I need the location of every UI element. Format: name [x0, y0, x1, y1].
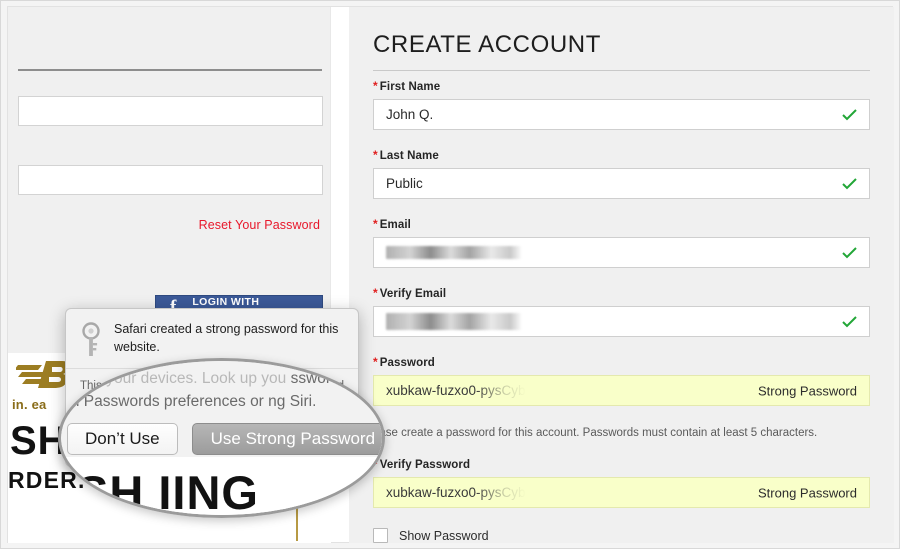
field-label-email: * Email [373, 217, 411, 231]
promo-subheadline: RDER. EVERY DAY. [8, 467, 239, 493]
verify-email-input[interactable] [373, 306, 870, 337]
first-name-input[interactable]: John Q. [373, 99, 870, 130]
login-panel-divider [18, 69, 322, 71]
title-divider [373, 70, 870, 71]
required-marker: * [373, 79, 378, 93]
show-password-toggle[interactable]: Show Password [373, 528, 489, 543]
login-password-input[interactable] [18, 165, 323, 195]
show-password-checkbox[interactable] [373, 528, 388, 543]
page-title: CREATE ACCOUNT [373, 31, 601, 58]
last-name-value: Public [386, 176, 423, 191]
password-input[interactable]: xubkaw-fuzxo0-pysCyb Strong Password [373, 375, 870, 406]
green-check-icon [842, 315, 857, 327]
field-label-verify-email: * Verify Email [373, 286, 447, 300]
popover-heading: Safari created a strong password for thi… [114, 322, 339, 354]
green-check-icon [842, 108, 857, 120]
field-email: * Email [373, 217, 870, 268]
verify-password-strength-badge: Strong Password [758, 485, 857, 500]
field-last-name: * Last Name Public [373, 148, 870, 199]
password-value: xubkaw-fuzxo0-pysCyb [386, 383, 526, 398]
green-check-icon [842, 246, 857, 258]
required-marker: * [373, 355, 378, 369]
field-label-last-name: * Last Name [373, 148, 439, 162]
email-value-redacted [386, 246, 521, 259]
field-verify-password: * Verify Password xubkaw-fuzxo0-pysCyb St… [373, 457, 870, 508]
key-icon [82, 322, 100, 356]
field-password: * Password xubkaw-fuzxo0-pysCyb Strong Pa… [373, 355, 870, 406]
browser-page-frame: Reset Your Password f LOGIN WITH FACEBOO… [0, 0, 900, 549]
field-verify-email: * Verify Email [373, 286, 870, 337]
field-label-verify-password: * Verify Password [373, 457, 471, 471]
popover-button-row: Don’t Use Use Strong Password [66, 430, 358, 455]
required-marker: * [373, 217, 378, 231]
verify-password-value: xubkaw-fuzxo0-pysCyb [386, 485, 526, 500]
login-username-input[interactable] [18, 96, 323, 126]
password-help-text: ease create a password for this account.… [373, 427, 818, 439]
email-input[interactable] [373, 237, 870, 268]
promo-small-text: in. ea [12, 397, 47, 412]
required-marker: * [373, 286, 378, 300]
field-first-name: * First Name John Q. [373, 79, 870, 130]
verify-email-value-redacted [386, 313, 521, 330]
create-account-panel: CREATE ACCOUNT * First Name John Q. * Last… [349, 7, 894, 543]
show-password-label: Show Password [399, 528, 489, 543]
password-strength-badge: Strong Password [758, 383, 857, 398]
popover-header: Safari created a strong password for thi… [66, 309, 358, 369]
field-label-password: * Password [373, 355, 435, 369]
safari-strong-password-popover: Safari created a strong password for thi… [65, 308, 359, 467]
dont-use-button[interactable]: Don’t Use [80, 430, 168, 455]
field-label-first-name: * First Name [373, 79, 441, 93]
green-check-icon [842, 177, 857, 189]
required-marker: * [373, 457, 378, 471]
first-name-value: John Q. [386, 107, 434, 122]
use-strong-password-button[interactable]: Use Strong Password [183, 430, 343, 455]
last-name-input[interactable]: Public [373, 168, 870, 199]
verify-password-input[interactable]: xubkaw-fuzxo0-pysCyb Strong Password [373, 477, 870, 508]
required-marker: * [373, 148, 378, 162]
reset-password-link[interactable]: Reset Your Password [199, 218, 320, 232]
